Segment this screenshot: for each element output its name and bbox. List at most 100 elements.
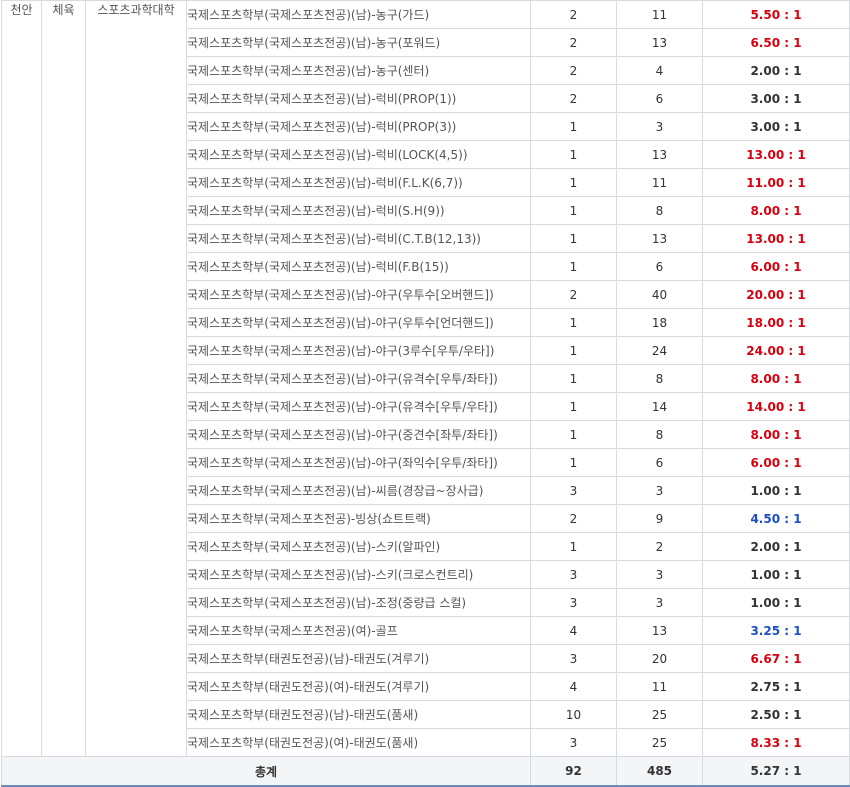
department-cell: 국제스포츠학부(태권도전공)(여)-태권도(품새) xyxy=(186,728,531,757)
department-cell: 국제스포츠학부(국제스포츠전공)(남)-스키(크로스컨트리) xyxy=(186,560,531,589)
department-cell: 국제스포츠학부(태권도전공)(남)-태권도(겨루기) xyxy=(186,644,531,673)
quota-cell: 3 xyxy=(530,560,617,589)
total-label: 총계 xyxy=(1,756,531,787)
department-cell: 국제스포츠학부(태권도전공)(남)-태권도(품새) xyxy=(186,700,531,729)
applicants-cell: 3 xyxy=(616,476,703,505)
applicants-cell: 3 xyxy=(616,588,703,617)
applicants-cell: 8 xyxy=(616,420,703,449)
ratio-cell: 2.75 : 1 xyxy=(702,672,850,701)
applicants-cell: 6 xyxy=(616,84,703,113)
department-cell: 국제스포츠학부(국제스포츠전공)(남)-야구(우투수[오버핸드]) xyxy=(186,280,531,309)
applicants-cell: 6 xyxy=(616,448,703,477)
quota-cell: 1 xyxy=(530,532,617,561)
total-ratio: 5.27 : 1 xyxy=(702,756,850,787)
applicants-cell: 11 xyxy=(616,168,703,197)
quota-cell: 1 xyxy=(530,168,617,197)
quota-cell: 2 xyxy=(530,504,617,533)
quota-cell: 2 xyxy=(530,0,617,29)
applicants-cell: 14 xyxy=(616,392,703,421)
quota-cell: 3 xyxy=(530,728,617,757)
total-quota: 92 xyxy=(530,756,617,787)
applicants-cell: 11 xyxy=(616,672,703,701)
ratio-cell: 1.00 : 1 xyxy=(702,588,850,617)
quota-cell: 1 xyxy=(530,448,617,477)
quota-cell: 1 xyxy=(530,140,617,169)
department-cell: 국제스포츠학부(국제스포츠전공)(남)-농구(포워드) xyxy=(186,28,531,57)
category-cell: 체육 xyxy=(41,0,86,757)
department-cell: 국제스포츠학부(국제스포츠전공)(남)-럭비(PROP(1)) xyxy=(186,84,531,113)
ratio-cell: 20.00 : 1 xyxy=(702,280,850,309)
ratio-cell: 1.00 : 1 xyxy=(702,560,850,589)
quota-cell: 2 xyxy=(530,56,617,85)
applicants-cell: 25 xyxy=(616,728,703,757)
ratio-cell: 2.00 : 1 xyxy=(702,56,850,85)
quota-cell: 3 xyxy=(530,476,617,505)
department-cell: 국제스포츠학부(국제스포츠전공)(남)-조정(중량급 스컬) xyxy=(186,588,531,617)
quota-cell: 4 xyxy=(530,616,617,645)
quota-cell: 2 xyxy=(530,84,617,113)
department-cell: 국제스포츠학부(국제스포츠전공)(남)-농구(가드) xyxy=(186,0,531,29)
competition-rate-table: 천안 체육 스포츠과학대학 국제스포츠학부(국제스포츠전공)(남)-농구(가드)… xyxy=(1,0,850,787)
ratio-cell: 3.00 : 1 xyxy=(702,84,850,113)
quota-cell: 2 xyxy=(530,280,617,309)
ratio-cell: 24.00 : 1 xyxy=(702,336,850,365)
ratio-cell: 3.00 : 1 xyxy=(702,112,850,141)
quota-cell: 1 xyxy=(530,252,617,281)
department-cell: 국제스포츠학부(국제스포츠전공)-빙상(쇼트트랙) xyxy=(186,504,531,533)
quota-cell: 1 xyxy=(530,364,617,393)
department-cell: 국제스포츠학부(국제스포츠전공)(남)-럭비(F.B(15)) xyxy=(186,252,531,281)
ratio-cell: 13.00 : 1 xyxy=(702,140,850,169)
department-cell: 국제스포츠학부(국제스포츠전공)(남)-럭비(F.L.K(6,7)) xyxy=(186,168,531,197)
applicants-cell: 2 xyxy=(616,532,703,561)
quota-cell: 1 xyxy=(530,112,617,141)
applicants-cell: 8 xyxy=(616,196,703,225)
applicants-cell: 13 xyxy=(616,140,703,169)
table-row: 천안 체육 스포츠과학대학 국제스포츠학부(국제스포츠전공)(남)-농구(가드)… xyxy=(1,0,850,757)
ratio-cell: 3.25 : 1 xyxy=(702,616,850,645)
department-cell: 국제스포츠학부(국제스포츠전공)(남)-럭비(PROP(3)) xyxy=(186,112,531,141)
quota-cell: 1 xyxy=(530,336,617,365)
applicants-cell: 6 xyxy=(616,252,703,281)
applicants-cell: 13 xyxy=(616,28,703,57)
ratio-cell: 4.50 : 1 xyxy=(702,504,850,533)
department-cell: 국제스포츠학부(국제스포츠전공)(남)-럭비(S.H(9)) xyxy=(186,196,531,225)
quota-cell: 1 xyxy=(530,196,617,225)
quota-cell: 1 xyxy=(530,420,617,449)
applicants-cell: 24 xyxy=(616,336,703,365)
applicants-cell: 8 xyxy=(616,364,703,393)
department-cell: 국제스포츠학부(국제스포츠전공)(남)-럭비(C.T.B(12,13)) xyxy=(186,224,531,253)
quota-cell: 1 xyxy=(530,308,617,337)
ratio-cell: 18.00 : 1 xyxy=(702,308,850,337)
applicants-cell: 4 xyxy=(616,56,703,85)
department-cell: 국제스포츠학부(국제스포츠전공)(남)-야구(유격수[우투/우타]) xyxy=(186,392,531,421)
department-cell: 국제스포츠학부(국제스포츠전공)(남)-농구(센터) xyxy=(186,56,531,85)
applicants-cell: 40 xyxy=(616,280,703,309)
department-cell: 국제스포츠학부(국제스포츠전공)(여)-골프 xyxy=(186,616,531,645)
ratio-cell: 6.50 : 1 xyxy=(702,28,850,57)
department-cell: 국제스포츠학부(국제스포츠전공)(남)-야구(유격수[우투/좌타]) xyxy=(186,364,531,393)
applicants-cell: 3 xyxy=(616,112,703,141)
ratio-cell: 13.00 : 1 xyxy=(702,224,850,253)
quota-cell: 10 xyxy=(530,700,617,729)
ratio-cell: 5.50 : 1 xyxy=(702,0,850,29)
campus-cell: 천안 xyxy=(1,0,42,757)
department-cell: 국제스포츠학부(국제스포츠전공)(남)-야구(우투수[언더핸드]) xyxy=(186,308,531,337)
total-row: 총계 92 485 5.27 : 1 xyxy=(1,756,850,787)
department-cell: 국제스포츠학부(국제스포츠전공)(남)-럭비(LOCK(4,5)) xyxy=(186,140,531,169)
ratio-cell: 11.00 : 1 xyxy=(702,168,850,197)
department-cell: 국제스포츠학부(태권도전공)(여)-태권도(겨루기) xyxy=(186,672,531,701)
table-body: 천안 체육 스포츠과학대학 국제스포츠학부(국제스포츠전공)(남)-농구(가드)… xyxy=(1,0,850,757)
ratio-cell: 8.00 : 1 xyxy=(702,420,850,449)
ratio-cell: 6.00 : 1 xyxy=(702,252,850,281)
quota-cell: 3 xyxy=(530,644,617,673)
ratio-cell: 8.00 : 1 xyxy=(702,196,850,225)
ratio-cell: 1.00 : 1 xyxy=(702,476,850,505)
quota-cell: 4 xyxy=(530,672,617,701)
applicants-cell: 3 xyxy=(616,560,703,589)
ratio-cell: 8.00 : 1 xyxy=(702,364,850,393)
department-cell: 국제스포츠학부(국제스포츠전공)(남)-야구(중견수[좌투/좌타]) xyxy=(186,420,531,449)
college-cell: 스포츠과학대학 xyxy=(85,0,187,757)
quota-cell: 1 xyxy=(530,392,617,421)
applicants-cell: 13 xyxy=(616,616,703,645)
department-cell: 국제스포츠학부(국제스포츠전공)(남)-야구(3루수[우투/우타]) xyxy=(186,336,531,365)
